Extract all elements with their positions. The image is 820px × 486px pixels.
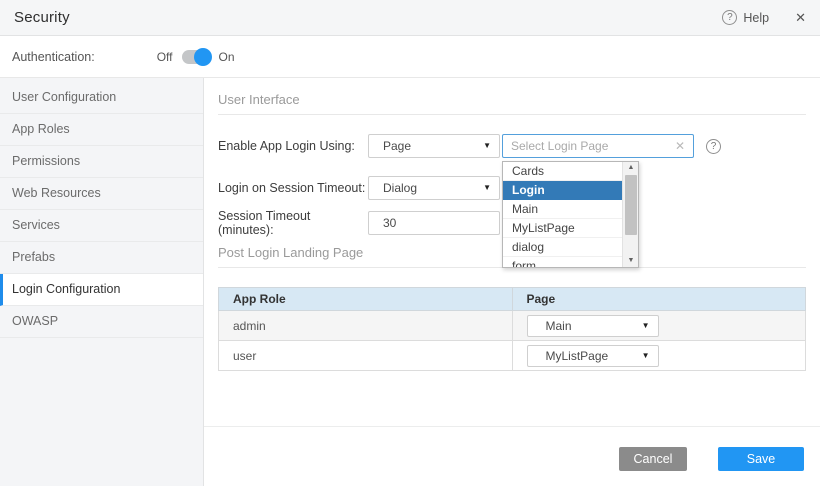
session-timeout-minutes-input[interactable]: 30 — [368, 211, 500, 235]
scroll-down-icon[interactable]: ▼ — [623, 255, 639, 267]
main-content: User Interface Enable App Login Using: P… — [204, 78, 820, 486]
table-row: admin Main ▼ — [219, 311, 806, 341]
session-timeout-minutes-label: Session Timeout (minutes): — [218, 209, 368, 237]
toggle-on-label: On — [219, 50, 235, 64]
login-page-search-input[interactable] — [503, 139, 667, 153]
sidebar-item-services[interactable]: Services — [0, 210, 203, 242]
dropdown-option-form[interactable]: form — [503, 257, 623, 268]
dropdown-option-mylistpage[interactable]: MyListPage — [503, 219, 623, 238]
login-page-dropdown: Cards Login Main MyListPage dialog form … — [502, 161, 639, 268]
post-login-table: App Role Page admin Main ▼ — [218, 287, 806, 371]
clear-icon[interactable]: ✕ — [667, 139, 693, 153]
toggle-off-label: Off — [157, 50, 173, 64]
enable-app-login-select[interactable]: Page ▼ — [368, 134, 500, 158]
user-page-select[interactable]: MyListPage ▼ — [527, 345, 659, 367]
close-icon[interactable]: ✕ — [795, 10, 806, 26]
dropdown-scrollbar[interactable]: ▲ ▼ — [622, 162, 638, 267]
help-icon[interactable]: ? — [722, 10, 737, 25]
save-button[interactable]: Save — [718, 447, 804, 471]
dropdown-option-main[interactable]: Main — [503, 200, 623, 219]
enable-app-login-value: Page — [383, 139, 411, 153]
admin-page-value: Main — [546, 319, 572, 333]
chevron-down-icon: ▼ — [483, 135, 491, 157]
login-page-combobox[interactable]: ✕ — [502, 134, 694, 158]
enable-app-login-label: Enable App Login Using: — [218, 139, 368, 153]
cancel-button[interactable]: Cancel — [619, 447, 687, 471]
dropdown-option-login[interactable]: Login — [503, 181, 623, 200]
column-header-app-role: App Role — [219, 288, 513, 311]
authentication-label: Authentication: — [12, 50, 95, 64]
sidebar-item-login-configuration[interactable]: Login Configuration — [0, 274, 203, 306]
page-title: Security — [14, 9, 70, 26]
security-dialog: Security ? Help ✕ Authentication: Off On… — [0, 0, 820, 486]
column-header-page: Page — [512, 288, 806, 311]
admin-page-select[interactable]: Main ▼ — [527, 315, 659, 337]
sidebar-item-prefabs[interactable]: Prefabs — [0, 242, 203, 274]
authentication-toggle[interactable] — [182, 50, 210, 64]
authentication-bar: Authentication: Off On — [0, 36, 820, 78]
sidebar: User Configuration App Roles Permissions… — [0, 78, 204, 486]
sidebar-item-user-configuration[interactable]: User Configuration — [0, 82, 203, 114]
sidebar-item-owasp[interactable]: OWASP — [0, 306, 203, 338]
chevron-down-icon: ▼ — [642, 316, 650, 336]
table-row: user MyListPage ▼ — [219, 341, 806, 371]
footer-actions: Cancel Save — [204, 426, 820, 471]
login-on-session-timeout-value: Dialog — [383, 181, 417, 195]
dropdown-option-dialog[interactable]: dialog — [503, 238, 623, 257]
login-on-session-timeout-label: Login on Session Timeout: — [218, 181, 368, 195]
section-heading-user-interface: User Interface — [218, 92, 806, 115]
app-role-cell: admin — [219, 311, 513, 341]
sidebar-item-app-roles[interactable]: App Roles — [0, 114, 203, 146]
toggle-knob — [194, 48, 212, 66]
dropdown-option-cards[interactable]: Cards — [503, 162, 623, 181]
scrollbar-thumb[interactable] — [625, 175, 637, 235]
help-link[interactable]: Help — [743, 11, 769, 25]
titlebar: Security ? Help ✕ — [0, 0, 820, 36]
sidebar-item-permissions[interactable]: Permissions — [0, 146, 203, 178]
chevron-down-icon: ▼ — [642, 346, 650, 366]
scroll-up-icon[interactable]: ▲ — [623, 162, 639, 174]
session-timeout-minutes-value: 30 — [383, 216, 396, 230]
chevron-down-icon: ▼ — [483, 177, 491, 199]
field-help-icon[interactable]: ? — [706, 139, 721, 154]
login-on-session-timeout-select[interactable]: Dialog ▼ — [368, 176, 500, 200]
app-role-cell: user — [219, 341, 513, 371]
sidebar-item-web-resources[interactable]: Web Resources — [0, 178, 203, 210]
table-header-row: App Role Page — [219, 288, 806, 311]
user-page-value: MyListPage — [546, 349, 609, 363]
